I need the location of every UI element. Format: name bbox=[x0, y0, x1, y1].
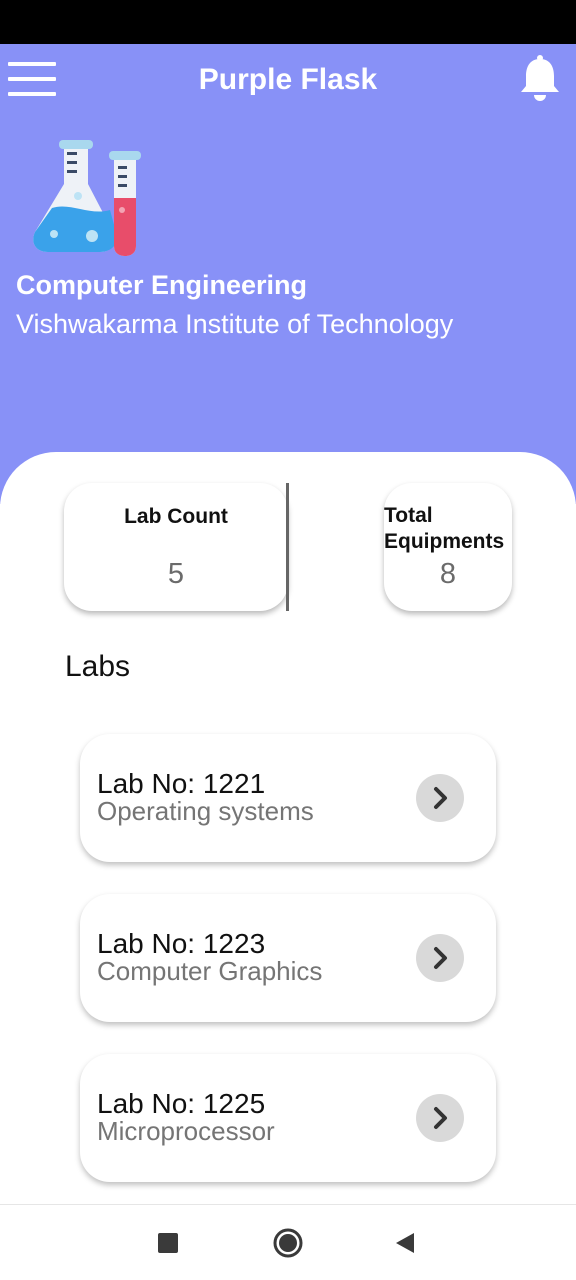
system-navigation-bar bbox=[0, 1204, 576, 1280]
chevron-right-icon[interactable] bbox=[416, 1094, 464, 1142]
lab-card-1223[interactable]: Lab No: 1223 Computer Graphics bbox=[80, 894, 496, 1022]
chevron-right-icon[interactable] bbox=[416, 934, 464, 982]
flask-logo-icon bbox=[30, 140, 146, 258]
total-equipments-value: 8 bbox=[439, 558, 457, 590]
home-circle-icon[interactable] bbox=[273, 1228, 303, 1258]
lab-subject: Microprocessor bbox=[97, 1116, 275, 1146]
stats-divider bbox=[286, 483, 289, 611]
back-triangle-icon[interactable] bbox=[394, 1232, 416, 1254]
institute-name: Vishwakarma Institute of Technology bbox=[16, 309, 454, 339]
recents-square-icon[interactable] bbox=[158, 1233, 178, 1253]
app-title: Purple Flask bbox=[198, 63, 378, 96]
lab-count-label: Lab Count bbox=[124, 505, 228, 528]
total-equipments-card: Total Equipments 8 bbox=[384, 483, 512, 611]
bell-icon[interactable] bbox=[518, 54, 562, 102]
department-name: Computer Engineering bbox=[16, 270, 308, 300]
lab-count-value: 5 bbox=[167, 558, 185, 590]
lab-card-1221[interactable]: Lab No: 1221 Operating systems bbox=[80, 734, 496, 862]
labs-section-title: Labs bbox=[65, 650, 131, 683]
status-bar bbox=[0, 0, 576, 44]
chevron-right-icon[interactable] bbox=[416, 774, 464, 822]
total-equipments-label-line2: Equipments bbox=[384, 530, 505, 553]
lab-card-1225[interactable]: Lab No: 1225 Microprocessor bbox=[80, 1054, 496, 1182]
total-equipments-label-line1: Total bbox=[384, 504, 433, 527]
lab-subject: Operating systems bbox=[97, 796, 314, 826]
lab-subject: Computer Graphics bbox=[97, 956, 323, 986]
lab-count-card: Lab Count 5 bbox=[64, 483, 288, 611]
